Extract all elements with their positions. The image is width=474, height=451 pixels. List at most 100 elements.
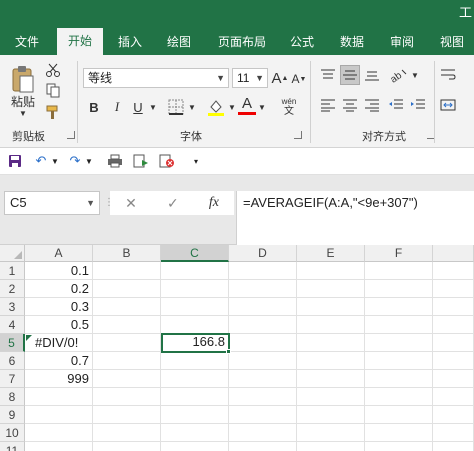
font-color-icon[interactable]: A: [238, 95, 256, 115]
grid-cell[interactable]: [433, 334, 474, 352]
column-header-a[interactable]: A: [25, 245, 93, 262]
grid-cell[interactable]: [93, 442, 161, 451]
redo-icon[interactable]: ↷: [66, 152, 84, 170]
font-launcher-icon[interactable]: [294, 131, 302, 139]
undo-icon[interactable]: ↶: [32, 152, 50, 170]
grid-cell[interactable]: [365, 388, 433, 406]
align-right-icon[interactable]: [362, 95, 382, 115]
grid-cell[interactable]: [365, 370, 433, 388]
name-box[interactable]: C5 ▼: [4, 191, 100, 215]
tab-formulas[interactable]: 公式: [282, 31, 322, 55]
font-name-combo[interactable]: 等线 ▼: [83, 68, 229, 88]
wrap-text-icon[interactable]: [438, 65, 458, 85]
grid-cell[interactable]: [297, 298, 365, 316]
cell-a1[interactable]: 0.1: [25, 262, 93, 280]
grid-cell[interactable]: [161, 370, 229, 388]
grid-cell[interactable]: [365, 352, 433, 370]
cell-a3[interactable]: 0.3: [25, 298, 93, 316]
borders-dropdown-icon[interactable]: ▼: [187, 99, 197, 115]
phonetic-guide-icon[interactable]: wén 文: [276, 95, 302, 119]
grid-cell[interactable]: [365, 316, 433, 334]
grid-cell[interactable]: [93, 280, 161, 298]
format-painter-icon[interactable]: [44, 103, 62, 121]
tab-file[interactable]: 文件: [4, 31, 50, 55]
underline-button[interactable]: U: [130, 97, 146, 117]
tab-home[interactable]: 开始: [57, 28, 103, 55]
grid-cell[interactable]: [365, 262, 433, 280]
grid-cell[interactable]: [93, 388, 161, 406]
clipboard-launcher-icon[interactable]: [67, 131, 75, 139]
grid-cell[interactable]: [161, 388, 229, 406]
cell-a7[interactable]: 999: [25, 370, 93, 388]
bold-button[interactable]: B: [86, 97, 102, 117]
grid-cell[interactable]: [433, 352, 474, 370]
align-center-icon[interactable]: [340, 95, 360, 115]
grid-cell[interactable]: [365, 298, 433, 316]
font-color-dropdown-icon[interactable]: ▼: [257, 99, 267, 115]
borders-icon[interactable]: [166, 97, 186, 117]
fill-dropdown-icon[interactable]: ▼: [227, 99, 237, 115]
redo-dropdown-icon[interactable]: ▼: [84, 152, 94, 170]
fill-color-icon[interactable]: [206, 97, 226, 117]
grid-cell[interactable]: [433, 316, 474, 334]
row-header-10[interactable]: 10: [0, 424, 25, 442]
grid-cell[interactable]: [161, 352, 229, 370]
undo-dropdown-icon[interactable]: ▼: [50, 152, 60, 170]
grid-cell[interactable]: [229, 316, 297, 334]
column-header-d[interactable]: D: [229, 245, 297, 262]
save-icon[interactable]: [6, 152, 24, 170]
grid-cell[interactable]: [433, 424, 474, 442]
grid-cell[interactable]: [93, 352, 161, 370]
grow-font-button[interactable]: A ▲: [272, 68, 289, 88]
grid-cell[interactable]: [297, 280, 365, 298]
row-header-9[interactable]: 9: [0, 406, 25, 424]
grid-cell[interactable]: [161, 298, 229, 316]
row-header-6[interactable]: 6: [0, 352, 25, 370]
grid-cell[interactable]: [433, 388, 474, 406]
grid-cell[interactable]: [93, 262, 161, 280]
cell-c5-active[interactable]: 166.8: [161, 333, 230, 353]
grid-cell[interactable]: [297, 370, 365, 388]
grid-cell[interactable]: [161, 406, 229, 424]
cell-a4[interactable]: 0.5: [25, 316, 93, 334]
grid-cell[interactable]: [297, 334, 365, 352]
grid-cell[interactable]: [229, 424, 297, 442]
tab-page-layout[interactable]: 页面布局: [210, 31, 274, 55]
grid-cell[interactable]: [25, 442, 93, 451]
font-size-combo[interactable]: 11 ▼: [232, 68, 268, 88]
increase-indent-icon[interactable]: [408, 95, 428, 115]
underline-dropdown-icon[interactable]: ▼: [148, 99, 158, 115]
italic-button[interactable]: I: [109, 97, 125, 117]
grid-cell[interactable]: [297, 262, 365, 280]
align-left-icon[interactable]: [318, 95, 338, 115]
stop-icon[interactable]: [158, 152, 176, 170]
row-header-7[interactable]: 7: [0, 370, 25, 388]
orientation-dropdown-icon[interactable]: ▼: [410, 67, 420, 83]
column-header-f[interactable]: F: [365, 245, 433, 262]
orientation-icon[interactable]: ab: [386, 65, 410, 85]
tab-draw[interactable]: 绘图: [157, 31, 201, 55]
formula-input[interactable]: =AVERAGEIF(A:A,"<9e+307"): [236, 191, 474, 245]
grid-cell[interactable]: [93, 334, 161, 352]
column-header-b[interactable]: B: [93, 245, 161, 262]
grid-cell[interactable]: [297, 442, 365, 451]
grid-cell[interactable]: [297, 388, 365, 406]
tab-review[interactable]: 审阅: [382, 31, 422, 55]
grid-cell[interactable]: [433, 370, 474, 388]
select-all-button[interactable]: [0, 245, 25, 262]
grid-cell[interactable]: [161, 316, 229, 334]
decrease-indent-icon[interactable]: [386, 95, 406, 115]
merge-center-icon[interactable]: [438, 95, 458, 115]
grid-cell[interactable]: [229, 406, 297, 424]
grid-cell[interactable]: [433, 280, 474, 298]
grid-cell[interactable]: [229, 298, 297, 316]
shrink-font-button[interactable]: A ▼: [292, 70, 307, 88]
grid-cell[interactable]: [93, 316, 161, 334]
column-header-g[interactable]: [433, 245, 474, 262]
grid-cell[interactable]: [229, 370, 297, 388]
grid-cell[interactable]: [365, 406, 433, 424]
grid-cell[interactable]: [365, 442, 433, 451]
grid-cell[interactable]: [161, 262, 229, 280]
grid-cell[interactable]: [433, 442, 474, 451]
grid-cell[interactable]: [229, 352, 297, 370]
